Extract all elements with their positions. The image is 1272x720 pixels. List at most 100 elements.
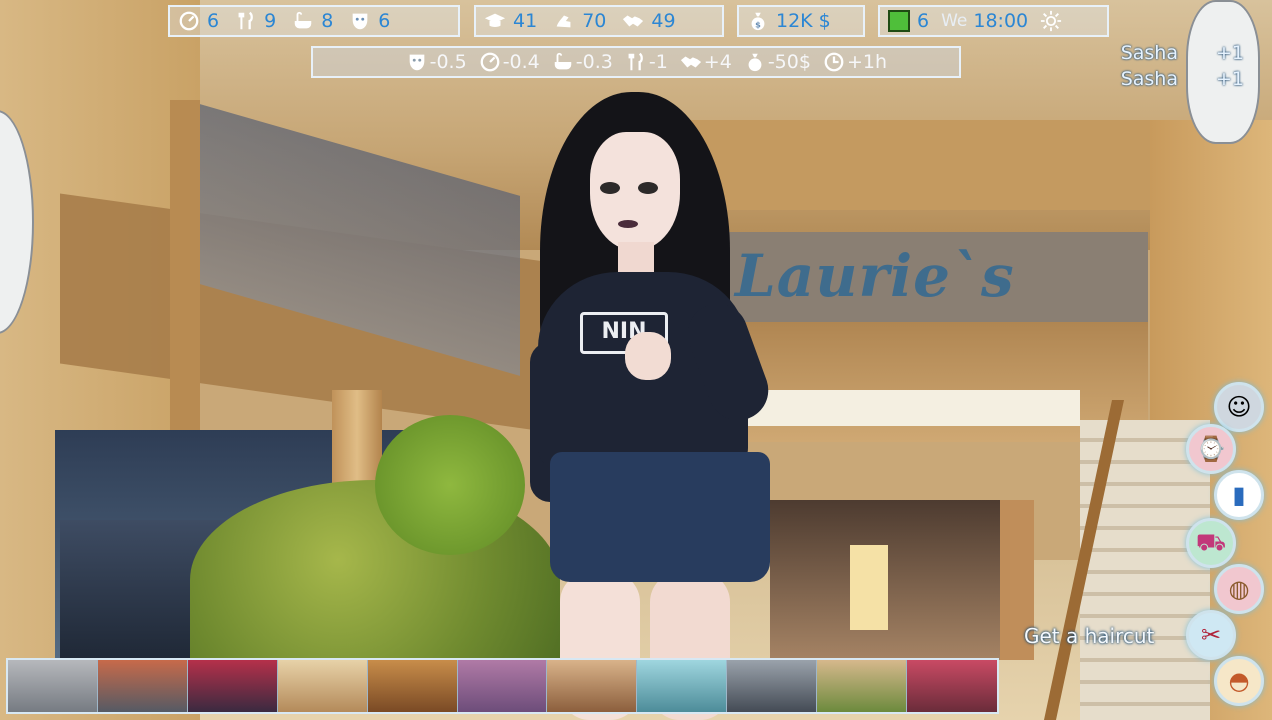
toy-store-thumb[interactable] [907, 660, 997, 712]
phone-glyph: ▮ [1232, 481, 1246, 509]
bathtub-icon [292, 10, 314, 32]
hotdog-icon[interactable]: ◓ [1214, 656, 1264, 706]
planter-leaves [375, 415, 525, 555]
character-lips [618, 220, 638, 228]
money-panel: $ 12K $ [737, 5, 865, 37]
social-stat[interactable]: 49 [622, 10, 676, 32]
mall-entrance-thumb[interactable] [8, 660, 98, 712]
effect-value: -50$ [767, 51, 811, 73]
notification-name: Sasha [1120, 68, 1178, 90]
effect-value: -0.5 [429, 51, 467, 73]
scissors-icon[interactable]: ✂ [1186, 610, 1236, 660]
shopping-bag-icon[interactable]: ⛟ [1186, 518, 1236, 568]
shopping-bag-glyph: ⛟ [1195, 527, 1227, 556]
hunger-stat[interactable]: 9 [235, 10, 276, 32]
store-interior [770, 500, 1010, 660]
fork-knife-icon [235, 10, 257, 32]
handbag-icon[interactable]: ◍ [1214, 564, 1264, 614]
handbag-glyph: ◍ [1228, 575, 1250, 603]
notification-value: +1 [1215, 68, 1244, 90]
clock-icon [823, 51, 845, 73]
mask-icon [406, 51, 428, 73]
effect-item: -0.3 [552, 51, 613, 73]
food-court-thumb[interactable] [817, 660, 908, 712]
phone-icon[interactable]: ▮ [1214, 470, 1264, 520]
watch-glyph: ⌚ [1196, 435, 1226, 463]
energy-gauge-icon [479, 51, 501, 73]
intellect-value: 41 [513, 10, 538, 32]
fitness-stat[interactable]: 70 [553, 10, 606, 32]
mask-icon [349, 10, 371, 32]
relationship-notification: Sasha +1 [1121, 42, 1244, 64]
money-value: 12K $ [776, 10, 831, 32]
skills-panel: 41 70 49 [474, 5, 724, 37]
fitness-value: 70 [582, 10, 607, 32]
character-shorts [550, 452, 770, 582]
clock-time: 18:00 [973, 10, 1029, 32]
svg-text:$: $ [755, 19, 761, 29]
social-value: 49 [651, 10, 676, 32]
week-value: 6 [917, 10, 930, 32]
energy-value: 6 [207, 10, 220, 32]
bakery-thumb[interactable] [277, 660, 368, 712]
calendar-panel: 6 We 18:00 [878, 5, 1109, 37]
fork-knife-icon [625, 51, 647, 73]
hunger-value: 9 [264, 10, 277, 32]
intellect-stat[interactable]: 41 [484, 10, 537, 32]
store-doorway [850, 545, 888, 630]
needs-panel: 6 9 8 6 [168, 5, 460, 37]
character-eye [600, 182, 620, 194]
effect-item: -50$ [744, 51, 811, 73]
mood-stat[interactable]: 6 [349, 10, 390, 32]
scissors-glyph: ✂ [1200, 621, 1222, 649]
street-thumb[interactable] [97, 660, 188, 712]
handshake-icon [680, 51, 702, 73]
haircut-action-label[interactable]: Get a haircut [1024, 624, 1154, 648]
effect-value: +4 [703, 51, 732, 73]
clothing-store-thumb[interactable] [457, 660, 548, 712]
effect-value: -0.3 [575, 51, 613, 73]
location-bar [6, 658, 999, 714]
money-stat[interactable]: $ 12K $ [747, 10, 831, 32]
watch-icon[interactable]: ⌚ [1186, 424, 1236, 474]
bookstore-thumb[interactable] [367, 660, 458, 712]
hygiene-stat[interactable]: 8 [292, 10, 333, 32]
money-bag-icon: $ [747, 10, 769, 32]
mall-scene: Laurie`s NIN [0, 0, 1272, 720]
mood-value: 6 [378, 10, 391, 32]
notification-name: Sasha [1120, 42, 1178, 64]
jewelry-store-thumb[interactable] [637, 660, 728, 712]
electronics-store-thumb[interactable] [727, 660, 818, 712]
money-bag-icon [744, 51, 766, 73]
effect-value: -0.4 [502, 51, 540, 73]
sun-icon[interactable] [1040, 10, 1062, 32]
effect-item: -0.4 [479, 51, 540, 73]
character-hand [625, 332, 671, 380]
effect-item: +4 [680, 51, 732, 73]
energy-stat[interactable]: 6 [178, 10, 219, 32]
effect-item: +1h [823, 51, 887, 73]
notification-value: +1 [1215, 42, 1244, 64]
cafe-thumb[interactable] [547, 660, 638, 712]
character-eye [638, 182, 658, 194]
portrait-icon[interactable]: ☺ [1214, 382, 1264, 432]
action-effects-bar: -0.5 -0.4 -0.3 -1 +4 -50$ +1h [311, 46, 961, 78]
weekday-label: We [941, 11, 968, 31]
arcade-thumb[interactable] [187, 660, 278, 712]
effect-value: +1h [846, 51, 887, 73]
hotdog-glyph: ◓ [1228, 667, 1250, 695]
relationship-notification: Sasha +1 [1121, 68, 1244, 90]
bathtub-icon [552, 51, 574, 73]
hygiene-value: 8 [321, 10, 334, 32]
graduation-cap-icon [484, 10, 506, 32]
character-sasha[interactable]: NIN [520, 92, 790, 720]
effect-value: -1 [648, 51, 668, 73]
effect-item: -0.5 [406, 51, 467, 73]
energy-gauge-icon [178, 10, 200, 32]
effect-item: -1 [625, 51, 668, 73]
strength-icon [553, 10, 575, 32]
week-stat[interactable]: 6 [888, 10, 929, 32]
handshake-icon [622, 10, 644, 32]
calendar-icon [888, 10, 910, 32]
portrait-glyph: ☺ [1226, 393, 1252, 421]
